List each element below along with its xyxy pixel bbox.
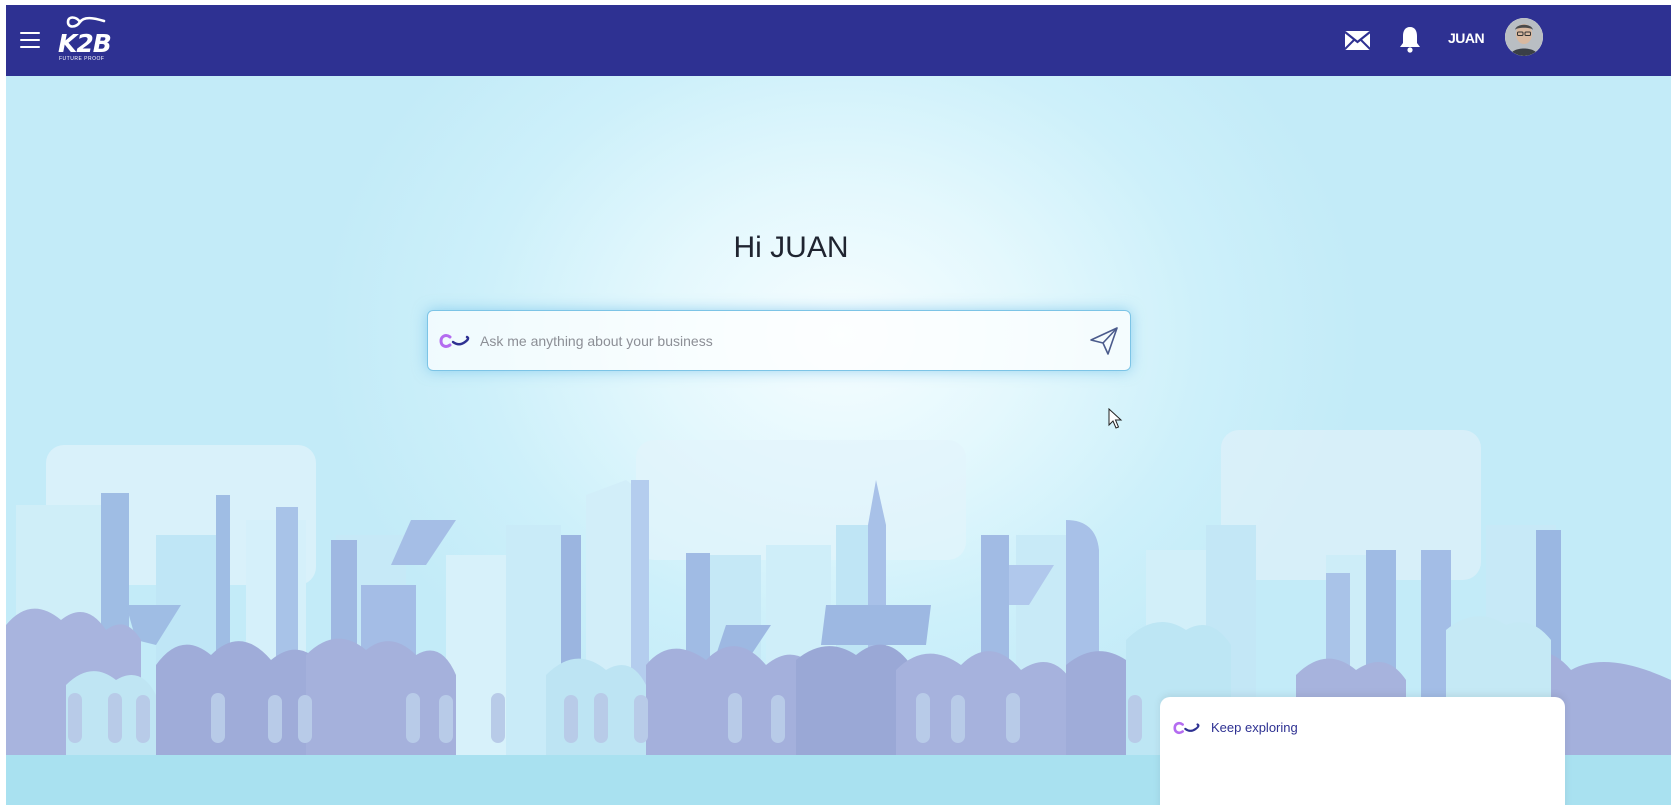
keep-exploring-label[interactable]: Keep exploring: [1211, 720, 1298, 735]
bell-icon[interactable]: [1398, 24, 1422, 54]
avatar-photo: [1505, 18, 1543, 56]
logo-tagline: FUTURE PROOF: [59, 56, 105, 62]
k2b-ai-logo-icon: [439, 334, 470, 348]
send-icon[interactable]: [1088, 325, 1120, 357]
mail-icon[interactable]: [1343, 26, 1372, 55]
k2b-logo[interactable]: K2B FUTURE PROOF: [58, 15, 118, 65]
user-avatar[interactable]: [1505, 18, 1543, 56]
top-bar: K2B FUTURE PROOF JUAN: [6, 5, 1671, 76]
keep-exploring-card[interactable]: Keep exploring: [1160, 697, 1565, 805]
mouse-cursor-icon: [1108, 408, 1123, 429]
app-frame: K2B FUTURE PROOF JUAN Hi JUAN Ask me any…: [6, 5, 1671, 805]
logo-wordmark: K2B: [58, 29, 112, 58]
logo-infinity-icon: [66, 16, 106, 28]
chat-input[interactable]: [478, 321, 1072, 361]
greeting-title: Hi JUAN: [733, 231, 849, 264]
hamburger-menu-icon[interactable]: [18, 29, 42, 51]
ai-chat-box[interactable]: [427, 310, 1131, 371]
k2b-ai-logo-icon: [1173, 721, 1200, 735]
username-label[interactable]: JUAN: [1448, 30, 1485, 46]
